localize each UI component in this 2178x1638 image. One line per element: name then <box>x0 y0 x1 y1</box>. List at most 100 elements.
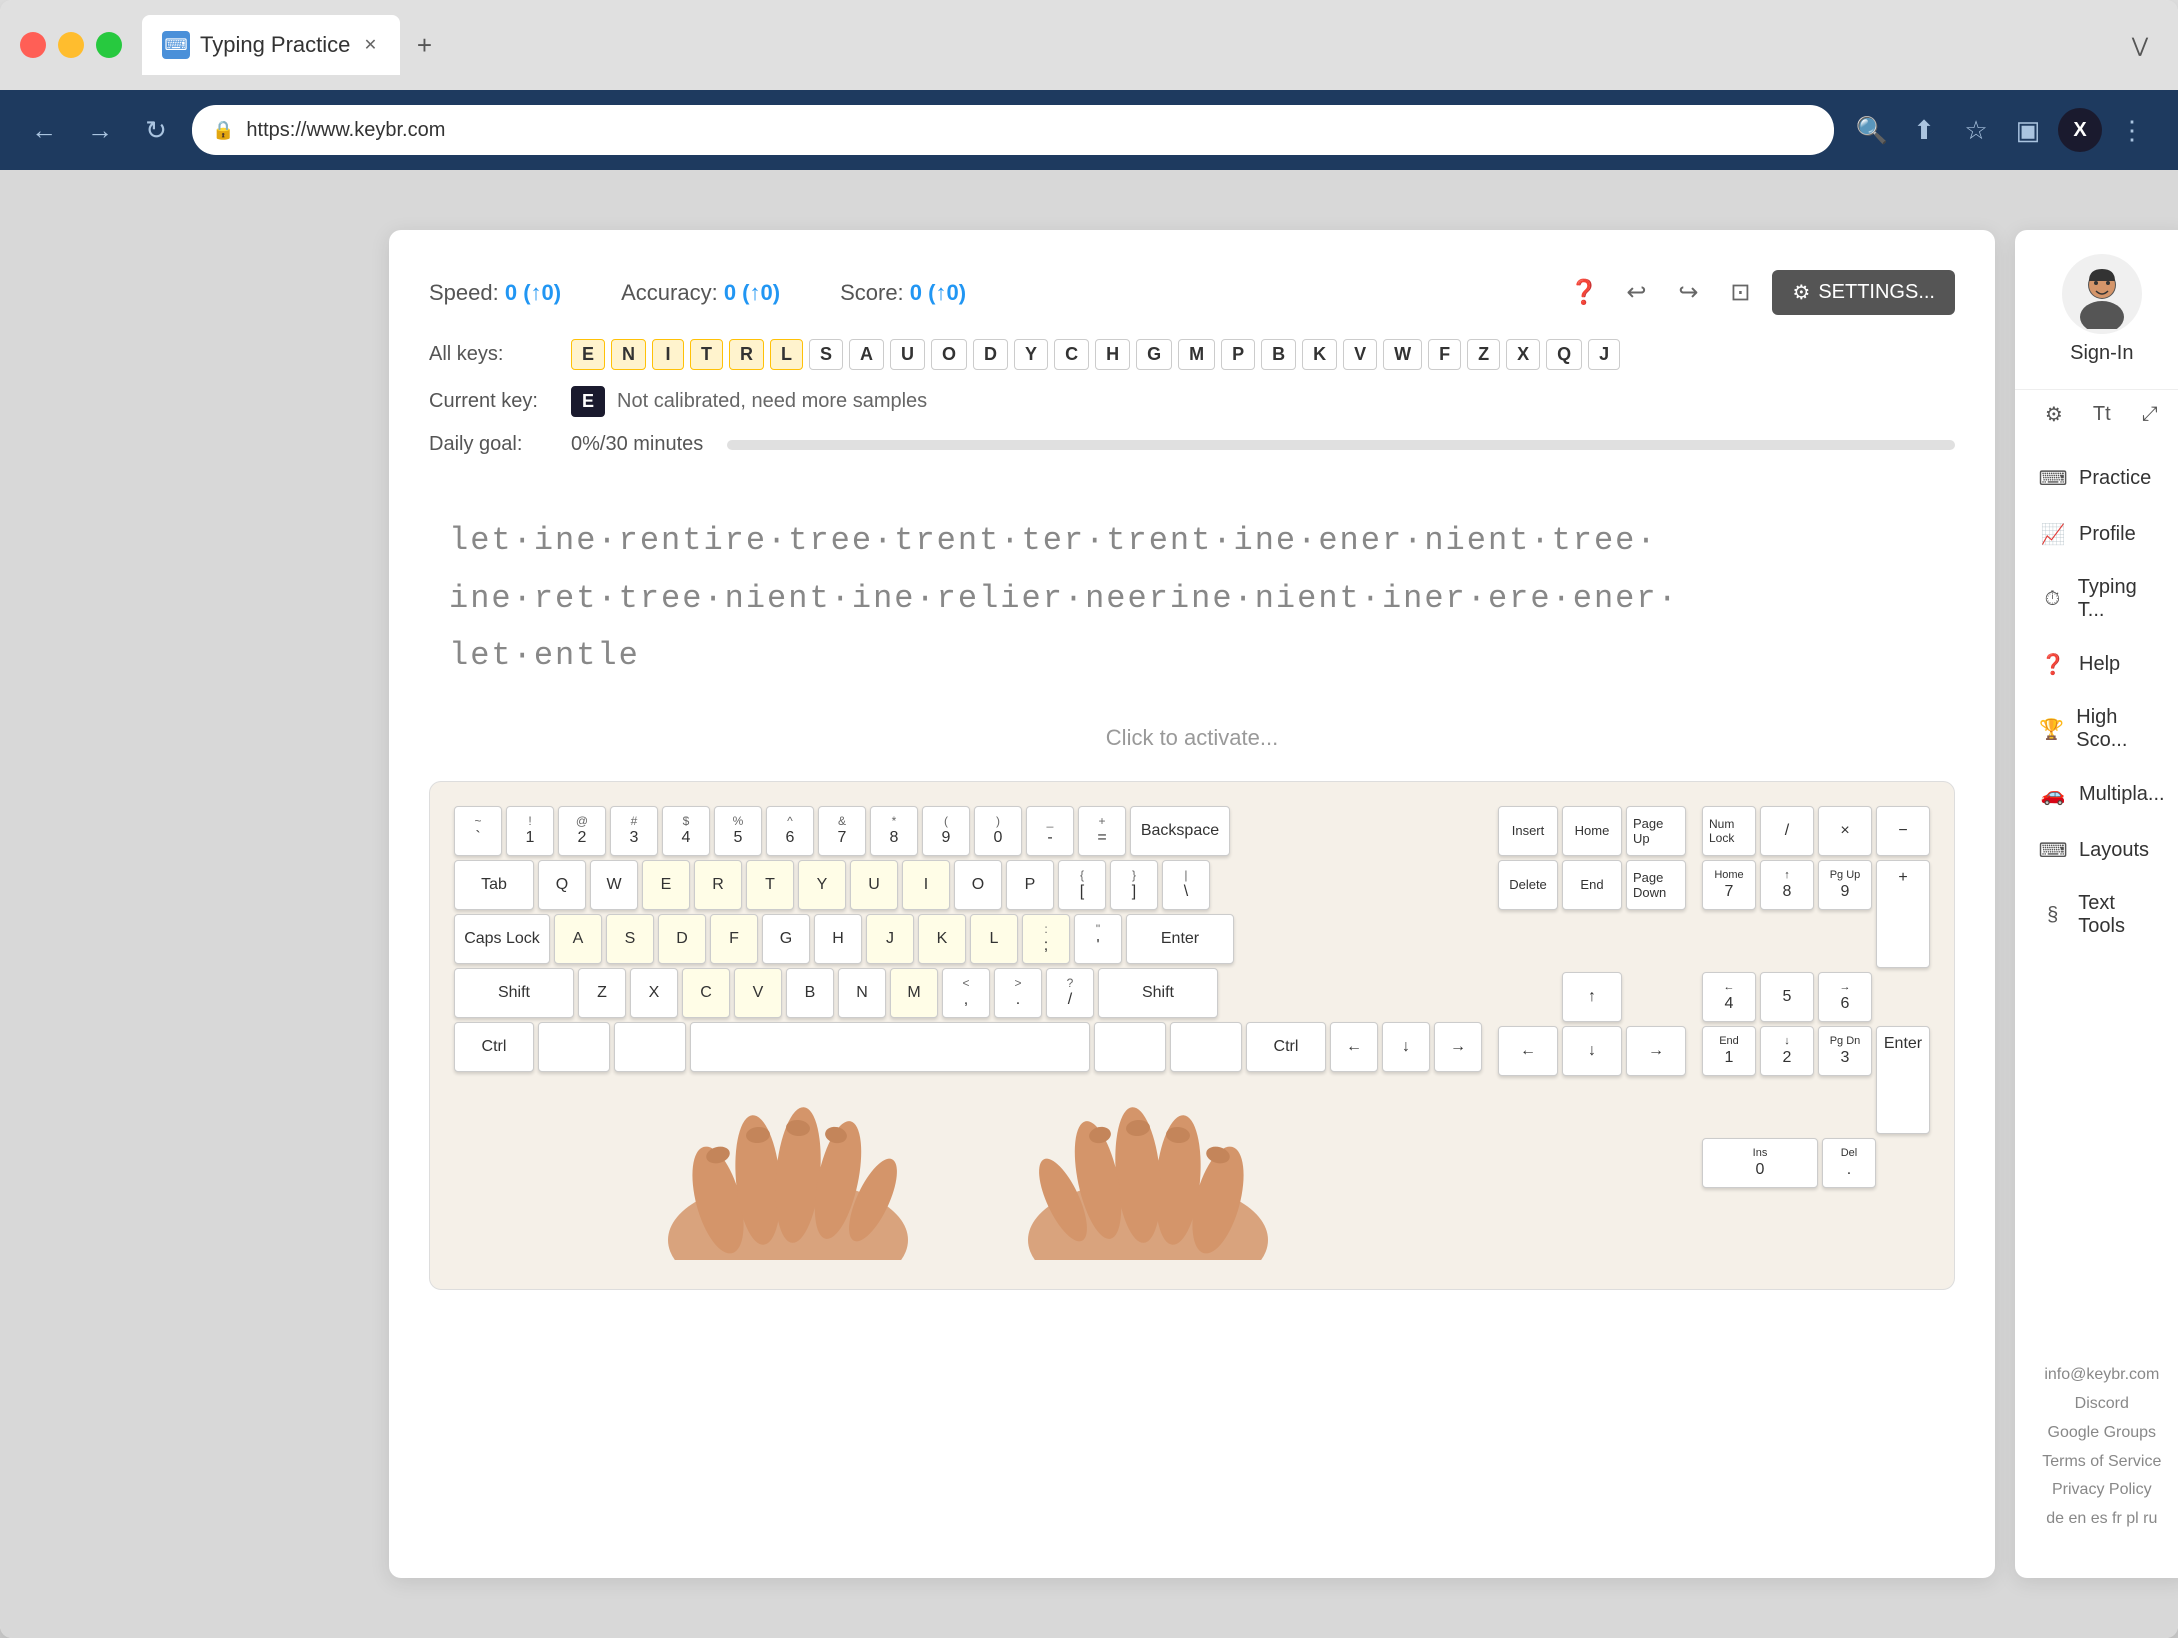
key-arrow-right[interactable]: → <box>1434 1022 1482 1072</box>
key-x[interactable]: X <box>630 968 678 1018</box>
key-alt-right[interactable] <box>1094 1022 1166 1072</box>
split-view-icon[interactable]: ▣ <box>2006 108 2050 152</box>
redo-button[interactable]: ↪ <box>1668 273 1708 313</box>
key-e[interactable]: E <box>642 860 690 910</box>
key-1[interactable]: !1 <box>506 806 554 856</box>
key-t[interactable]: T <box>746 860 794 910</box>
font-size-icon[interactable]: Tt <box>2086 398 2118 430</box>
undo-button[interactable]: ↩ <box>1616 273 1656 313</box>
key-arrow-down2[interactable]: ↓ <box>1562 1026 1622 1076</box>
key-9[interactable]: (9 <box>922 806 970 856</box>
sidebar-item-profile[interactable]: 📈 Profile <box>2015 506 2178 562</box>
close-button[interactable] <box>20 32 46 58</box>
key-semicolon[interactable]: :; <box>1022 914 1070 964</box>
footer-email[interactable]: info@keybr.com <box>2042 1361 2161 1390</box>
key-num-mult[interactable]: × <box>1818 806 1872 856</box>
key-num-6[interactable]: →6 <box>1818 972 1872 1022</box>
key-capslock[interactable]: Caps Lock <box>454 914 550 964</box>
typing-text-area[interactable]: let·ine·rentire·tree·trent·ter·trent·ine… <box>429 492 1955 705</box>
key-ctrl-right[interactable]: Ctrl <box>1246 1022 1326 1072</box>
key-num-2[interactable]: ↓2 <box>1760 1026 1814 1076</box>
key-k[interactable]: K <box>918 914 966 964</box>
key-3[interactable]: #3 <box>610 806 658 856</box>
key-s[interactable]: S <box>606 914 654 964</box>
key-fn[interactable] <box>1170 1022 1242 1072</box>
key-z[interactable]: Z <box>578 968 626 1018</box>
key-w[interactable]: W <box>590 860 638 910</box>
settings-icon[interactable]: ⚙ <box>2038 398 2070 430</box>
key-num-minus[interactable]: − <box>1876 806 1930 856</box>
sidebar-item-texttools[interactable]: § Text Tools <box>2015 878 2178 952</box>
key-num-7[interactable]: Home7 <box>1702 860 1756 910</box>
key-num-del[interactable]: Del. <box>1822 1138 1876 1188</box>
refresh-button[interactable]: ↻ <box>136 110 176 150</box>
key-equals[interactable]: += <box>1078 806 1126 856</box>
key-tab[interactable]: Tab <box>454 860 534 910</box>
key-l[interactable]: L <box>970 914 1018 964</box>
active-tab[interactable]: ⌨ Typing Practice ✕ <box>142 15 400 75</box>
key-shift-left[interactable]: Shift <box>454 968 574 1018</box>
fullscreen-button[interactable]: ⊡ <box>1720 273 1760 313</box>
key-slash[interactable]: ?/ <box>1046 968 1094 1018</box>
key-shift-right[interactable]: Shift <box>1098 968 1218 1018</box>
key-n[interactable]: N <box>838 968 886 1018</box>
key-comma[interactable]: <, <box>942 968 990 1018</box>
key-i[interactable]: I <box>902 860 950 910</box>
key-ctrl-left[interactable]: Ctrl <box>454 1022 534 1072</box>
key-num-8[interactable]: ↑8 <box>1760 860 1814 910</box>
key-quote[interactable]: "' <box>1074 914 1122 964</box>
minimize-button[interactable] <box>58 32 84 58</box>
key-f[interactable]: F <box>710 914 758 964</box>
key-arrow-left[interactable]: ← <box>1330 1022 1378 1072</box>
key-a[interactable]: A <box>554 914 602 964</box>
key-arrow-up[interactable]: ↑ <box>1562 972 1622 1022</box>
sidebar-item-multipla[interactable]: 🚗 Multipla... <box>2015 766 2178 822</box>
bookmark-icon[interactable]: ☆ <box>1954 108 1998 152</box>
url-bar[interactable]: 🔒 https://www.keybr.com <box>192 105 1834 155</box>
key-h[interactable]: H <box>814 914 862 964</box>
key-num-5[interactable]: 5 <box>1760 972 1814 1022</box>
key-backtick[interactable]: ~` <box>454 806 502 856</box>
share-icon[interactable]: ⬆ <box>1902 108 1946 152</box>
sidebar-item-help[interactable]: ❓ Help <box>2015 636 2178 692</box>
key-rbracket[interactable]: }] <box>1110 860 1158 910</box>
footer-discord[interactable]: Discord <box>2042 1390 2161 1419</box>
maximize-button[interactable] <box>96 32 122 58</box>
key-c[interactable]: C <box>682 968 730 1018</box>
click-activate-prompt[interactable]: Click to activate... <box>429 725 1955 751</box>
key-num-0[interactable]: Ins0 <box>1702 1138 1818 1188</box>
key-m[interactable]: M <box>890 968 938 1018</box>
key-space[interactable] <box>690 1022 1090 1072</box>
key-y[interactable]: Y <box>798 860 846 910</box>
key-v[interactable]: V <box>734 968 782 1018</box>
key-arrow-right2[interactable]: → <box>1626 1026 1686 1076</box>
browser-menu-icon[interactable]: ⋮ <box>2110 108 2154 152</box>
key-7[interactable]: &7 <box>818 806 866 856</box>
key-insert[interactable]: Insert <box>1498 806 1558 856</box>
key-num-slash[interactable]: / <box>1760 806 1814 856</box>
search-icon[interactable]: 🔍 <box>1850 108 1894 152</box>
footer-terms[interactable]: Terms of Service <box>2042 1448 2161 1477</box>
sidebar-item-practice[interactable]: ⌨ Practice <box>2015 450 2178 506</box>
signin-label[interactable]: Sign-In <box>2070 342 2133 365</box>
language-selector[interactable]: de en es fr pl ru <box>2042 1505 2161 1534</box>
key-pagedown[interactable]: Page Down <box>1626 860 1686 910</box>
sidebar-item-highsco[interactable]: 🏆 High Sco... <box>2015 692 2178 766</box>
footer-privacy[interactable]: Privacy Policy <box>2042 1476 2161 1505</box>
key-q[interactable]: Q <box>538 860 586 910</box>
key-6[interactable]: ^6 <box>766 806 814 856</box>
sidebar-item-typingt[interactable]: ⏱ Typing T... <box>2015 562 2178 636</box>
key-backspace[interactable]: Backspace <box>1130 806 1230 856</box>
key-r[interactable]: R <box>694 860 742 910</box>
key-d[interactable]: D <box>658 914 706 964</box>
key-arrow-down[interactable]: ↓ <box>1382 1022 1430 1072</box>
key-enter[interactable]: Enter <box>1126 914 1234 964</box>
key-4[interactable]: $4 <box>662 806 710 856</box>
key-o[interactable]: O <box>954 860 1002 910</box>
back-button[interactable]: ← <box>24 110 64 150</box>
key-minus[interactable]: _- <box>1026 806 1074 856</box>
key-home[interactable]: Home <box>1562 806 1622 856</box>
profile-button[interactable]: X <box>2058 108 2102 152</box>
sidebar-item-layouts[interactable]: ⌨ Layouts <box>2015 822 2178 878</box>
key-num-1[interactable]: End1 <box>1702 1026 1756 1076</box>
